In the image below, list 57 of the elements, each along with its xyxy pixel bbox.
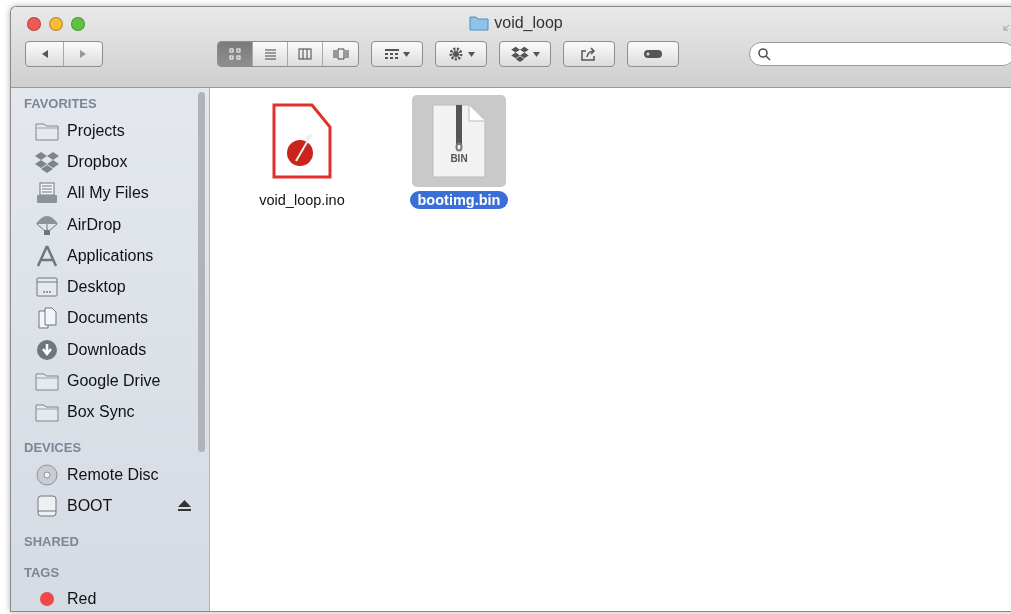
sidebar-item[interactable]: Google Drive xyxy=(11,365,209,397)
icon-view-button[interactable] xyxy=(218,42,253,66)
sidebar-item[interactable]: Red xyxy=(11,583,209,611)
sidebar-item[interactable]: Documents xyxy=(11,302,209,335)
folder-icon xyxy=(35,402,59,423)
drive-icon xyxy=(37,494,57,517)
close-button[interactable] xyxy=(27,17,41,31)
caret-icon xyxy=(402,51,410,57)
scrollbar-thumb[interactable] xyxy=(198,92,205,452)
sidebar-item[interactable]: Remote Disc xyxy=(11,458,209,491)
app-store-icon xyxy=(35,244,59,267)
list-icon xyxy=(263,48,277,60)
sidebar-item[interactable]: Projects xyxy=(11,115,209,147)
settings-icon xyxy=(447,46,464,62)
caret-icon xyxy=(532,51,540,57)
disc-icon xyxy=(36,463,58,486)
share-icon xyxy=(581,47,597,61)
zoom-button[interactable] xyxy=(71,17,85,31)
folder-icon xyxy=(35,120,59,141)
window-title: void_loop xyxy=(494,14,563,32)
file-name[interactable]: bootimg.bin xyxy=(409,191,509,209)
file-type-label: BIN xyxy=(449,153,469,164)
zip-file-icon xyxy=(429,103,489,179)
section-heading: TAGS xyxy=(23,563,61,582)
right-triangle-icon xyxy=(78,49,88,59)
dropbox-icon xyxy=(510,46,529,62)
section-heading: FAVORITES xyxy=(23,95,98,113)
section-heading: DEVICES xyxy=(23,438,83,457)
cover-flow-icon xyxy=(332,48,349,60)
eject-icon[interactable] xyxy=(178,499,191,511)
sidebar-item[interactable]: Downloads xyxy=(11,334,209,366)
section-heading: SHARED xyxy=(23,532,80,551)
caret-icon xyxy=(467,51,475,57)
columns-icon xyxy=(298,48,312,60)
parachute-icon xyxy=(35,213,59,236)
folder-icon xyxy=(35,371,59,391)
download-icon xyxy=(36,338,58,361)
desktop-icon xyxy=(36,277,58,298)
documents-icon xyxy=(37,307,57,330)
file-name[interactable]: void_loop.ino xyxy=(251,191,353,209)
search-field[interactable] xyxy=(749,42,1011,66)
file-cabinet-icon xyxy=(36,182,58,205)
sidebar-item[interactable]: BOOT xyxy=(11,490,209,522)
sketch-file-icon xyxy=(272,103,332,179)
dropbox-icon xyxy=(35,150,59,173)
folder-icon xyxy=(469,15,490,31)
arrange-grid-icon xyxy=(384,49,399,59)
minimize-button[interactable] xyxy=(49,17,63,31)
sidebar-item[interactable]: Box Sync xyxy=(11,396,209,428)
sidebar-item[interactable]: All My Files xyxy=(11,177,209,209)
sidebar-item[interactable]: Desktop xyxy=(11,271,209,303)
grid-icon xyxy=(229,48,241,60)
search-icon xyxy=(758,47,771,61)
sidebar-item[interactable]: AirDrop xyxy=(11,208,209,241)
sidebar-item[interactable]: Applications xyxy=(11,240,209,272)
sidebar-item[interactable]: Dropbox xyxy=(11,146,209,178)
tag-icon xyxy=(643,49,663,59)
